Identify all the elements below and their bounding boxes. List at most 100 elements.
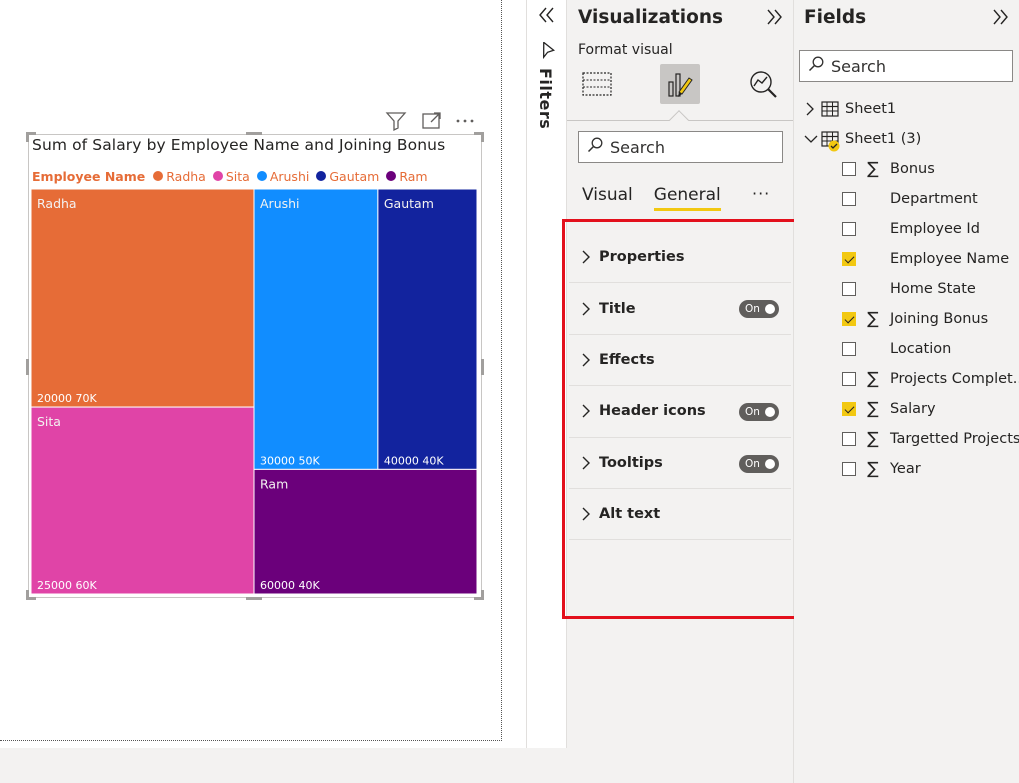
field-label: Location: [890, 341, 952, 357]
tab-visual[interactable]: Visual: [582, 185, 633, 205]
field-label: Employee Name: [890, 251, 1010, 267]
filter-pane-icon: [538, 41, 556, 60]
fields-search-input[interactable]: Search: [799, 50, 1013, 82]
field-location[interactable]: ∑Location: [842, 338, 951, 360]
visualizations-title: Visualizations: [578, 7, 724, 28]
field-checkbox[interactable]: [842, 462, 856, 476]
resize-handle[interactable]: [26, 590, 29, 600]
field-salary[interactable]: ∑ Salary: [842, 398, 936, 420]
field-checkbox[interactable]: [842, 342, 856, 356]
filters-label[interactable]: Filters: [536, 68, 555, 129]
chevron-down-icon: [804, 135, 818, 143]
legend-swatch: [153, 171, 164, 181]
tile-data-label: 40000 40K: [384, 454, 444, 467]
build-visual-icon[interactable]: [577, 64, 617, 104]
field-joining-bonus[interactable]: ∑ Joining Bonus: [842, 308, 988, 330]
chart-legend: Employee Name Radha Sita Arushi Gautam Ram: [32, 168, 435, 184]
tab-general[interactable]: General: [653, 185, 721, 211]
field-label: Salary: [890, 401, 936, 417]
table-sheet1[interactable]: Sheet1: [804, 98, 896, 120]
field-label: Projects Complet...: [890, 371, 1019, 387]
field-checkbox[interactable]: [842, 312, 856, 326]
treemap-tile-arushi[interactable]: [253, 189, 379, 470]
field-label: Home State: [890, 281, 976, 297]
tile-data-label: 25000 60K: [37, 579, 97, 592]
table-icon: [821, 128, 840, 152]
search-icon: [587, 137, 603, 157]
tile-category-label: Arushi: [260, 196, 300, 211]
annotation-highlight-box: [562, 219, 802, 619]
legend-swatch: [386, 171, 397, 181]
field-bonus[interactable]: ∑ Bonus: [842, 158, 935, 180]
resize-handle[interactable]: [481, 590, 484, 600]
treemap-tile-sita[interactable]: [31, 406, 255, 594]
legend-title: Employee Name: [32, 168, 146, 184]
resize-handle[interactable]: [246, 132, 262, 135]
table-label: Sheet1 (3): [845, 131, 922, 147]
resize-handle[interactable]: [481, 359, 484, 375]
analytics-icon[interactable]: [743, 64, 783, 104]
page-boundary-right: [501, 0, 502, 741]
treemap-tile-radha[interactable]: [31, 189, 255, 408]
filter-icon[interactable]: [385, 110, 407, 132]
legend-item-arushi[interactable]: Arushi: [256, 169, 309, 184]
field-checkbox[interactable]: [842, 162, 856, 176]
format-visual-icon[interactable]: [660, 64, 700, 104]
sigma-icon: ∑: [867, 369, 879, 389]
expand-right-icon[interactable]: [764, 8, 784, 26]
resize-handle[interactable]: [26, 132, 29, 142]
field-checkbox[interactable]: [842, 402, 856, 416]
legend-item-gautam[interactable]: Gautam: [316, 169, 379, 184]
more-options-icon[interactable]: ···: [752, 184, 770, 203]
field-department[interactable]: ∑Department: [842, 188, 978, 210]
tile-category-label: Sita: [37, 414, 61, 429]
search-placeholder: Search: [610, 137, 665, 157]
search-placeholder: Search: [831, 56, 886, 76]
field-projects-complet[interactable]: ∑ Projects Complet...: [842, 368, 1019, 390]
field-checkbox[interactable]: [842, 192, 856, 206]
sigma-icon: ∑: [867, 459, 879, 479]
resize-handle[interactable]: [246, 597, 262, 600]
field-label: Joining Bonus: [890, 311, 989, 327]
tile-category-label: Ram: [260, 476, 288, 491]
field-label: Bonus: [890, 161, 935, 177]
table-sheet1-3[interactable]: Sheet1 (3): [804, 128, 922, 152]
field-home-state[interactable]: ∑Home State: [842, 278, 976, 300]
legend-item-radha[interactable]: Radha: [153, 169, 206, 184]
legend-swatch: [316, 171, 327, 181]
field-year[interactable]: ∑ Year: [842, 458, 921, 480]
sigma-icon: ∑: [867, 399, 879, 419]
field-checkbox[interactable]: [842, 432, 856, 446]
tile-category-label: Gautam: [384, 196, 434, 211]
legend-label: Sita: [225, 168, 250, 184]
format-tabs: Visual General: [582, 185, 742, 211]
resize-handle[interactable]: [481, 132, 484, 142]
field-checkbox[interactable]: [842, 282, 856, 296]
more-options-icon[interactable]: [454, 110, 476, 132]
page-boundary-bottom: [0, 740, 502, 741]
collapse-left-icon[interactable]: [537, 6, 557, 24]
field-checkbox[interactable]: [842, 222, 856, 236]
format-search-input[interactable]: Search: [578, 131, 783, 163]
field-targetted-projects[interactable]: ∑ Targetted Projects: [842, 428, 1019, 450]
field-employee-name[interactable]: ∑Employee Name: [842, 248, 1009, 270]
field-employee-id[interactable]: ∑Employee Id: [842, 218, 980, 240]
expand-right-icon[interactable]: [990, 8, 1010, 26]
legend-item-sita[interactable]: Sita: [212, 168, 250, 184]
treemap-tile-gautam[interactable]: [377, 189, 477, 470]
field-label: Year: [890, 461, 921, 477]
legend-item-ram[interactable]: Ram: [386, 168, 428, 184]
sigma-icon: ∑: [867, 309, 879, 329]
field-label: Employee Id: [890, 221, 980, 237]
sigma-icon: ∑: [867, 429, 879, 449]
legend-swatch: [256, 171, 267, 181]
legend-label: Ram: [399, 168, 428, 184]
resize-handle[interactable]: [26, 359, 29, 375]
search-icon: [808, 56, 824, 76]
field-checkbox[interactable]: [842, 372, 856, 386]
field-checkbox[interactable]: [842, 252, 856, 266]
fields-title: Fields: [804, 7, 867, 28]
field-label: Department: [890, 191, 978, 207]
focus-mode-icon[interactable]: [421, 110, 443, 132]
treemap-plot: Radha 20000 70K Sita 25000 60K Arushi 30000 5…: [31, 189, 477, 594]
